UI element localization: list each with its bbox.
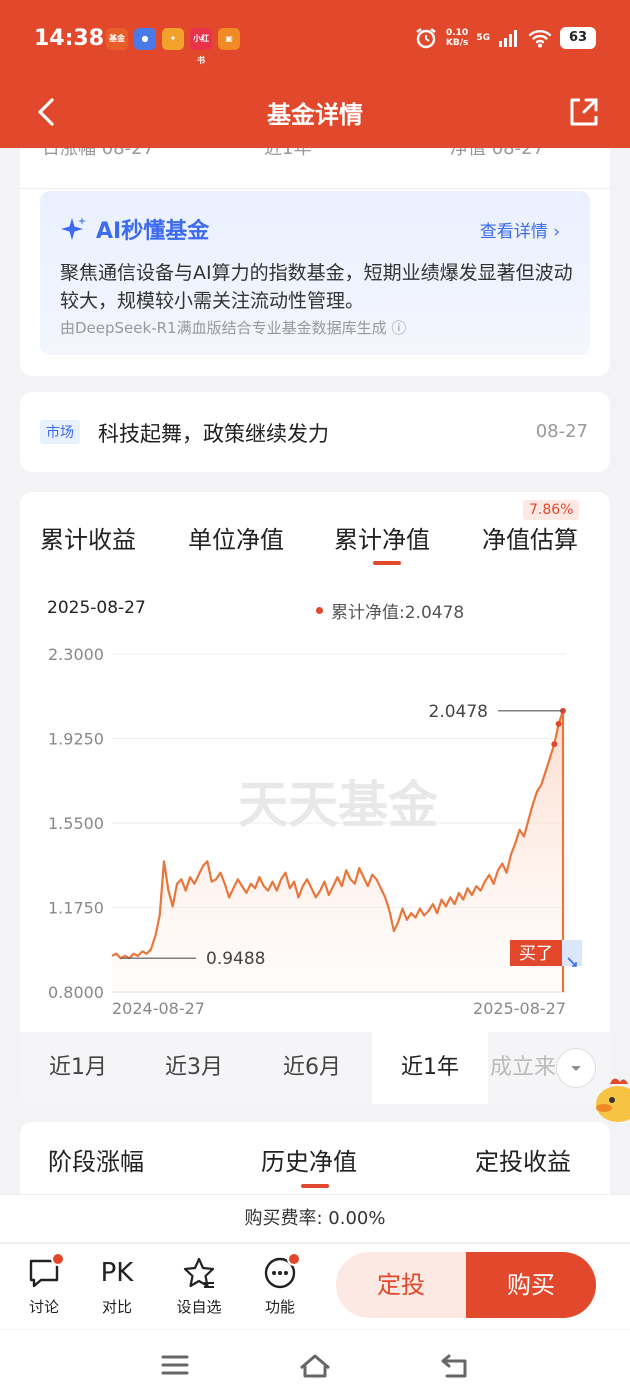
more-icon xyxy=(263,1252,301,1290)
ai-summary-text: 聚焦通信设备与AI算力的指数基金，短期业绩爆发显著但波动较大，规模较小需关注流动… xyxy=(60,262,573,312)
summary-col-3: 净值 08-27 xyxy=(450,148,545,159)
y-tick-label: 2.3000 xyxy=(48,645,104,664)
menu-icon[interactable] xyxy=(155,1348,195,1382)
signal-icon xyxy=(499,30,517,47)
share-icon[interactable] xyxy=(564,92,604,132)
period-3m[interactable]: 近3月 xyxy=(136,1032,252,1104)
x-tick-label: 2025-08-27 xyxy=(473,999,566,1018)
tab-sip-return[interactable]: 定投收益 xyxy=(475,1142,571,1177)
pk-icon: PK xyxy=(100,1258,134,1288)
news-card[interactable]: 市场 科技起舞，政策继续发力 08-27 xyxy=(20,392,610,472)
title-bar: 基金详情 xyxy=(0,80,630,148)
data-point xyxy=(555,720,562,727)
max-label: 2.0478 xyxy=(429,702,488,722)
top-bar: 14:38 基金 ● ✦ 小红书 ▣ 0.10 KB/s 5G 63 基金详情 xyxy=(0,0,630,148)
browser-app-icon: ● xyxy=(134,28,156,50)
period-since-inception[interactable]: 成立来 xyxy=(488,1032,558,1104)
system-nav-bar xyxy=(0,1330,630,1400)
more-functions-button[interactable]: 功能 xyxy=(250,1252,310,1317)
period-selector: 近1月 近3月 近6月 近1年 成立来 xyxy=(20,1032,610,1104)
chevron-right-icon: › xyxy=(553,222,560,242)
divider xyxy=(20,188,610,189)
ai-title-text: AI秒懂基金 xyxy=(96,219,210,244)
tab-period-return[interactable]: 阶段涨幅 xyxy=(48,1142,144,1177)
back-nav-icon[interactable] xyxy=(435,1348,475,1382)
y-tick-label: 0.8000 xyxy=(48,983,104,1002)
star-icon xyxy=(182,1256,216,1290)
game-app-icon: ▣ xyxy=(218,28,240,50)
wifi-icon xyxy=(528,30,552,48)
period-6m[interactable]: 近6月 xyxy=(254,1032,370,1104)
status-app-icons: 基金 ● ✦ 小红书 ▣ xyxy=(106,28,240,65)
xhs-app-icon: 小红书 xyxy=(190,28,212,65)
notification-dot xyxy=(51,1252,65,1266)
ai-summary-card: 日涨幅 08-27 近1年 净值 08-27 AI秒懂基金 查看详情 › 聚焦通… xyxy=(20,148,610,376)
series-area xyxy=(112,710,563,992)
period-1y[interactable]: 近1年 xyxy=(372,1032,488,1104)
period-1m[interactable]: 近1月 xyxy=(20,1032,136,1104)
tab-unit-nav[interactable]: 单位净值 xyxy=(188,520,284,555)
chart-date: 2025-08-27 xyxy=(47,598,146,618)
battery-indicator: 63 xyxy=(560,27,596,49)
chat-icon xyxy=(27,1252,65,1290)
tab-history-nav[interactable]: 历史净值 xyxy=(261,1142,357,1177)
nav-line-chart[interactable]: 2.3000 1.9250 1.5500 1.1750 0.8000 天天基金 2.0478… xyxy=(20,622,610,1022)
news-title: 科技起舞，政策继续发力 xyxy=(98,422,329,446)
summary-col-2: 近1年 xyxy=(264,148,312,159)
fund-app-icon: 基金 xyxy=(106,28,128,50)
legend-dot xyxy=(316,607,323,614)
ai-detail-link[interactable]: 查看详情 › xyxy=(480,217,560,242)
sip-button[interactable]: 定投 xyxy=(336,1252,466,1318)
ai-source: 由DeepSeek-R1满血版结合专业基金数据库生成 ⓘ xyxy=(60,319,407,337)
data-point xyxy=(551,741,558,748)
watermark: 天天基金 xyxy=(238,775,439,834)
home-icon[interactable] xyxy=(295,1348,335,1382)
news-tag: 市场 xyxy=(40,420,80,444)
status-right: 0.10 KB/s 5G 63 xyxy=(414,26,596,50)
x-tick-label: 2024-08-27 xyxy=(112,999,205,1018)
discuss-button[interactable]: 讨论 xyxy=(14,1252,74,1317)
chart-legend: 累计净值:2.0478 xyxy=(316,598,464,623)
bottom-action-bar: 讨论 PK 对比 设自选 功能 定投 购买 xyxy=(0,1243,630,1329)
tab-underline xyxy=(373,561,401,565)
y-tick-label: 1.1750 xyxy=(48,899,104,918)
summary-row: 日涨幅 08-27 近1年 净值 08-27 xyxy=(20,148,610,174)
summary-col-1: 日涨幅 08-27 xyxy=(42,148,155,159)
net-speed: 0.10 KB/s xyxy=(445,28,469,48)
section-underline xyxy=(301,1184,329,1188)
bought-badge-label: 买了 xyxy=(519,944,553,964)
info-icon[interactable]: ⓘ xyxy=(391,319,406,337)
estimate-badge: 7.86% xyxy=(523,500,580,520)
shop-app-icon: ✦ xyxy=(162,28,184,50)
signal-label: 5G xyxy=(476,33,490,43)
tab-nav-estimate[interactable]: 净值估算 xyxy=(482,520,578,555)
y-tick-label: 1.9250 xyxy=(48,730,104,749)
page-title: 基金详情 xyxy=(267,101,363,129)
tab-cumulative-nav[interactable]: 累计净值 xyxy=(334,520,430,555)
legend-label: 累计净值:2.0478 xyxy=(331,603,465,623)
add-watchlist-button[interactable]: 设自选 xyxy=(169,1256,229,1317)
chart-card: 累计收益 单位净值 累计净值 净值估算 7.86% 2025-08-27 累计净… xyxy=(20,492,610,1104)
chart-tabs: 累计收益 单位净值 累计净值 净值估算 7.86% xyxy=(20,492,610,572)
alarm-icon xyxy=(416,28,436,49)
tab-cumulative-return[interactable]: 累计收益 xyxy=(40,520,136,555)
ai-title: AI秒懂基金 xyxy=(60,213,209,245)
status-time: 14:38 xyxy=(34,26,105,51)
sparkle-icon xyxy=(61,217,86,240)
y-tick-label: 1.5500 xyxy=(48,814,104,833)
news-date: 08-27 xyxy=(535,421,588,442)
purchase-fee: 购买费率: 0.00% xyxy=(0,1194,630,1242)
compare-button[interactable]: PK 对比 xyxy=(87,1256,147,1317)
min-label: 0.9488 xyxy=(206,949,265,969)
notification-dot xyxy=(287,1252,301,1266)
buy-button[interactable]: 购买 xyxy=(466,1252,596,1318)
mascot-icon[interactable] xyxy=(590,1070,630,1126)
ai-box[interactable]: AI秒懂基金 查看详情 › 聚焦通信设备与AI算力的指数基金，短期业绩爆发显著但… xyxy=(40,191,590,355)
status-bar: 14:38 基金 ● ✦ 小红书 ▣ 0.10 KB/s 5G 63 xyxy=(0,0,630,80)
section-tabs: 阶段涨幅 历史净值 定投收益 xyxy=(20,1122,610,1202)
